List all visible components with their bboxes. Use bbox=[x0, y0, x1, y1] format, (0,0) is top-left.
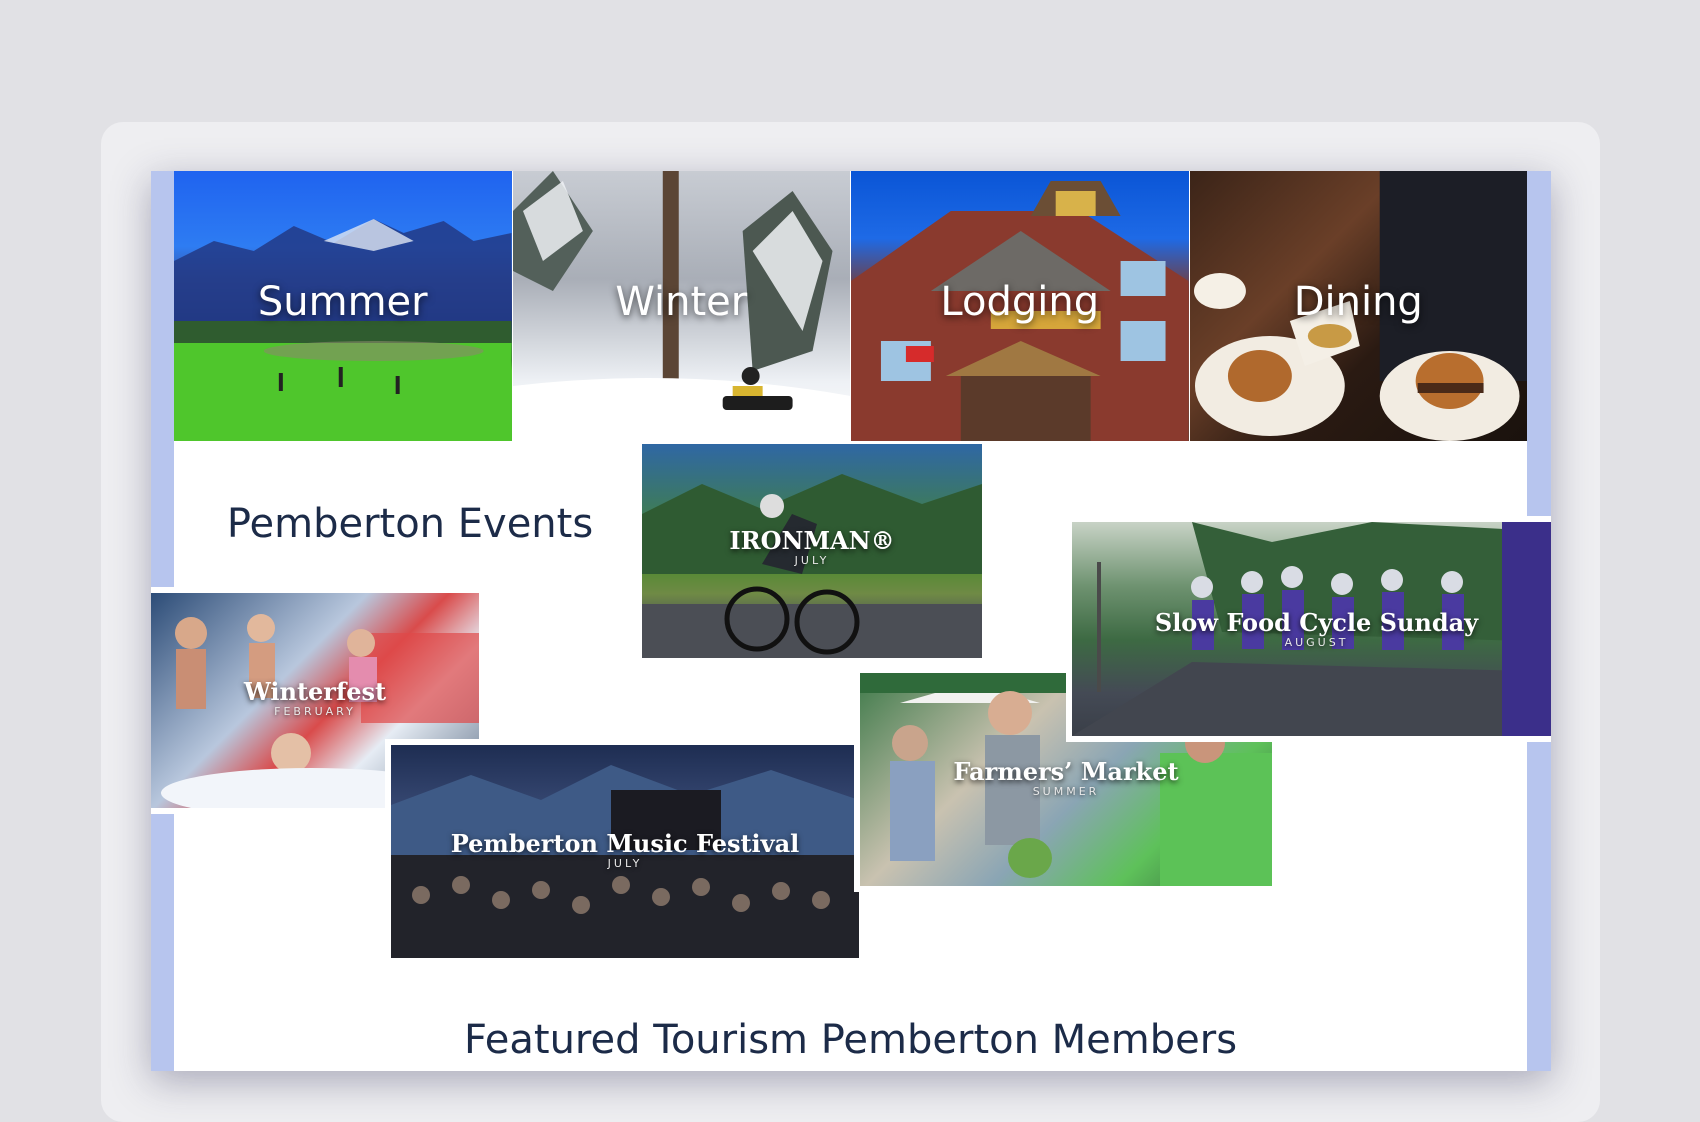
tile-label: Lodging bbox=[940, 279, 1100, 325]
event-title: Slow Food Cycle Sunday bbox=[1154, 608, 1479, 637]
event-title: Farmers’ Market bbox=[953, 757, 1179, 786]
tile-dining[interactable]: Dining bbox=[1188, 171, 1527, 441]
event-card-music-festival[interactable]: Pemberton Music Festival JULY bbox=[385, 739, 865, 964]
tile-label: Winter bbox=[615, 279, 748, 325]
tile-winter[interactable]: Winter bbox=[511, 171, 850, 441]
browser-page: Summer Winter Lodging Dining Pemberton E… bbox=[151, 171, 1551, 1071]
tile-label: Summer bbox=[257, 279, 428, 325]
event-date: FEBRUARY bbox=[274, 705, 356, 718]
event-date: AUGUST bbox=[1284, 636, 1349, 649]
tile-label: Dining bbox=[1293, 279, 1423, 325]
event-title: IRONMAN® bbox=[729, 526, 895, 555]
category-tiles: Summer Winter Lodging Dining bbox=[174, 171, 1527, 441]
featured-members-heading: Featured Tourism Pemberton Members bbox=[463, 1017, 1238, 1063]
event-date: JULY bbox=[607, 857, 643, 870]
events-heading: Pemberton Events bbox=[226, 501, 594, 547]
tile-summer[interactable]: Summer bbox=[174, 171, 512, 441]
event-card-ironman[interactable]: IRONMAN® JULY bbox=[642, 444, 982, 658]
event-title: Winterfest bbox=[243, 677, 387, 706]
event-date: SUMMER bbox=[1032, 785, 1100, 798]
event-card-cycle-sunday[interactable]: Slow Food Cycle Sunday AUGUST bbox=[1066, 516, 1551, 742]
event-title: Pemberton Music Festival bbox=[450, 829, 800, 858]
tile-lodging[interactable]: Lodging bbox=[850, 171, 1189, 441]
event-date: JULY bbox=[794, 554, 830, 567]
